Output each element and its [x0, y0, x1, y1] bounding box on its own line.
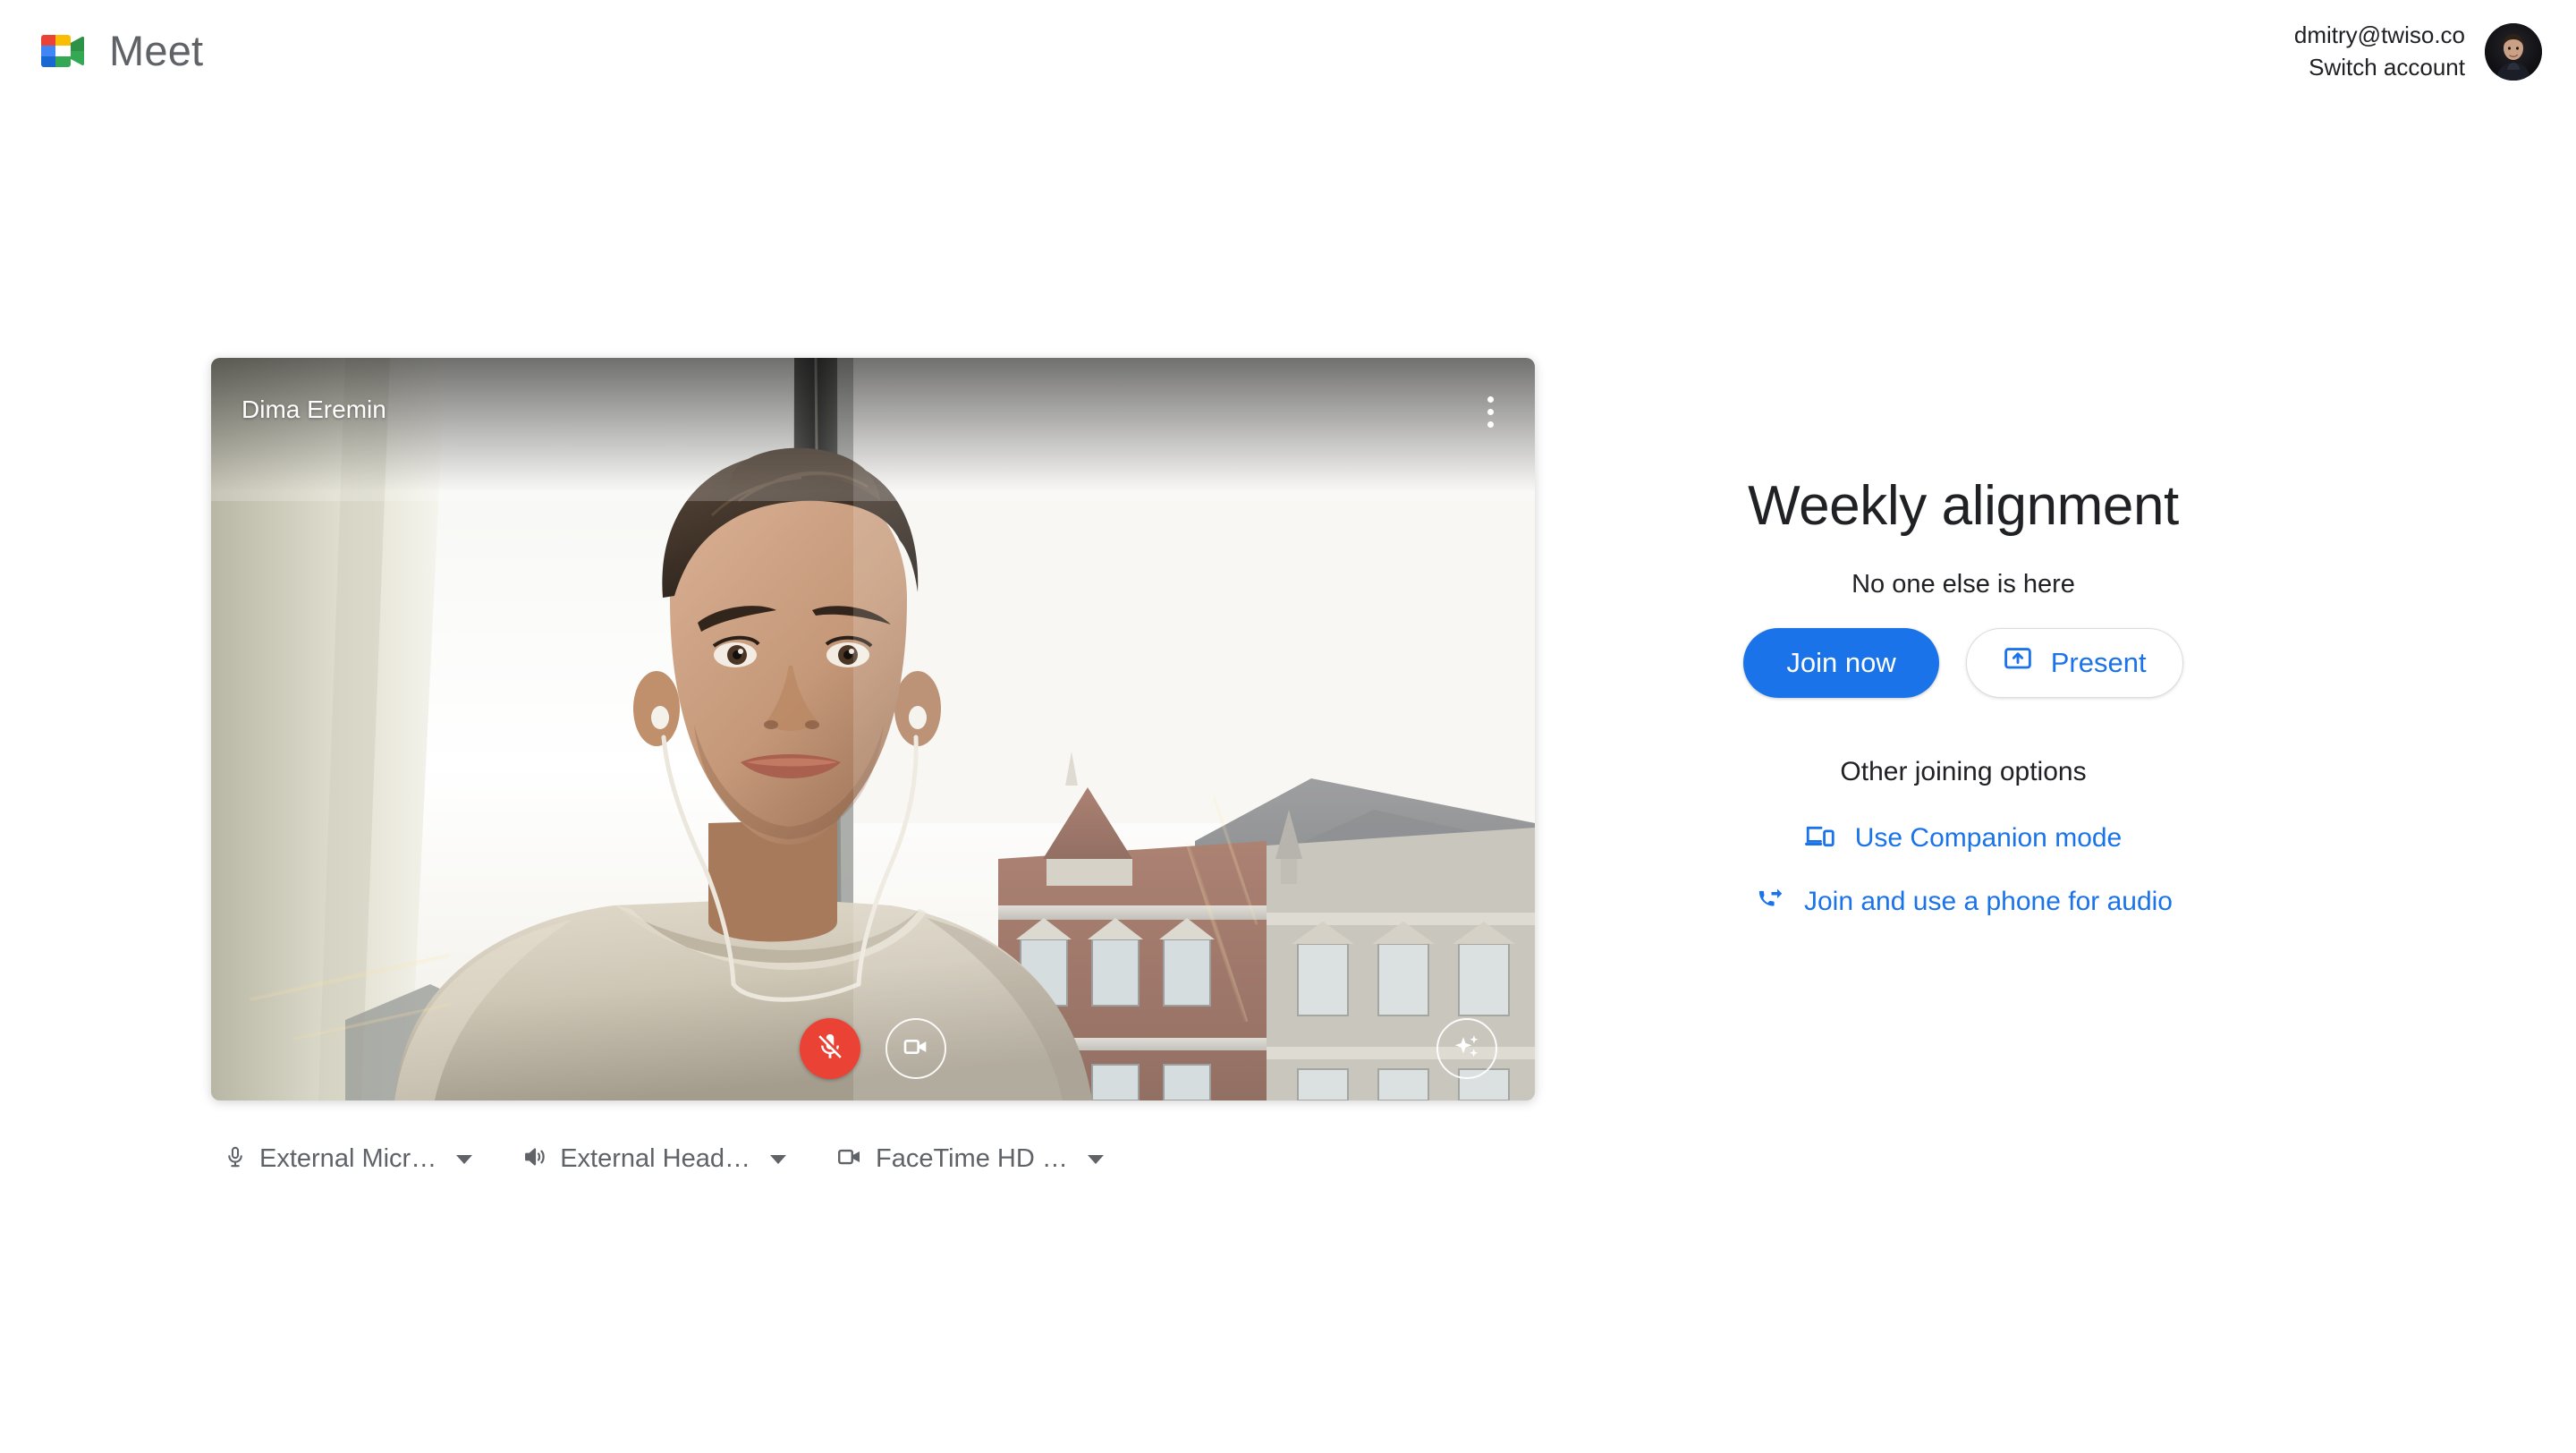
join-now-button[interactable]: Join now	[1743, 628, 1939, 698]
visual-effects-button[interactable]	[1436, 1018, 1497, 1079]
account-text: dmitry@twiso.co Switch account	[2294, 20, 2465, 84]
dot	[1487, 395, 1494, 403]
microphone-toggle-button[interactable]	[800, 1018, 860, 1079]
speaker-selector[interactable]: External Head…	[522, 1144, 786, 1174]
use-companion-mode-link[interactable]: Use Companion mode	[1804, 823, 2123, 854]
chevron-down-icon[interactable]	[769, 1154, 786, 1164]
self-video-preview[interactable]: Dima Eremin	[211, 358, 1535, 1100]
videocam-icon	[836, 1145, 863, 1173]
device-selector-row: External Micr… External Head… FaceTime H…	[224, 1143, 1154, 1175]
videocam-icon	[902, 1032, 930, 1066]
chevron-down-icon[interactable]	[456, 1154, 473, 1164]
camera-feed-image	[211, 358, 1535, 1100]
camera-selector[interactable]: FaceTime HD …	[836, 1144, 1104, 1174]
present-label: Present	[2050, 647, 2147, 678]
phone-forwarded-icon	[1754, 886, 1784, 917]
presence-status: No one else is here	[1852, 570, 2075, 599]
speaker-label: External Head…	[560, 1144, 750, 1173]
account-area[interactable]: dmitry@twiso.co Switch account	[2294, 20, 2542, 84]
camera-toggle-button[interactable]	[886, 1018, 946, 1079]
brand: Meet	[36, 24, 203, 76]
sparkles-icon	[1452, 1032, 1482, 1066]
microphone-label: External Micr…	[259, 1144, 437, 1173]
camera-label: FaceTime HD …	[875, 1144, 1068, 1173]
present-button[interactable]: Present	[1965, 628, 2183, 698]
user-avatar[interactable]	[2485, 22, 2542, 81]
google-meet-logo-icon	[36, 24, 88, 76]
phone-audio-label: Join and use a phone for audio	[1804, 886, 2173, 916]
switch-account-link[interactable]: Switch account	[2294, 52, 2465, 84]
phone-audio-link[interactable]: Join and use a phone for audio	[1754, 886, 2173, 917]
app-header: Meet dmitry@twiso.co Switch account	[0, 0, 2576, 100]
companion-devices-icon	[1804, 824, 1835, 854]
mic-icon	[224, 1143, 247, 1175]
companion-mode-label: Use Companion mode	[1854, 823, 2123, 853]
join-actions: Join now Present	[1743, 628, 2183, 698]
brand-name: Meet	[109, 26, 204, 74]
chevron-down-icon[interactable]	[1087, 1154, 1104, 1164]
speaker-icon	[522, 1144, 547, 1174]
more-vert-icon[interactable]	[1474, 392, 1506, 431]
mic-off-icon	[815, 1032, 845, 1066]
participant-name-label: Dima Eremin	[242, 395, 386, 423]
dot	[1487, 408, 1494, 415]
microphone-selector[interactable]: External Micr…	[224, 1143, 473, 1175]
meeting-title: Weekly alignment	[1748, 475, 2179, 537]
dot	[1487, 421, 1494, 428]
other-joining-options-heading: Other joining options	[1840, 757, 2087, 786]
account-email: dmitry@twiso.co	[2293, 21, 2465, 48]
join-panel: Weekly alignment No one else is here Joi…	[1619, 358, 2308, 917]
present-to-all-icon	[2003, 646, 2033, 680]
